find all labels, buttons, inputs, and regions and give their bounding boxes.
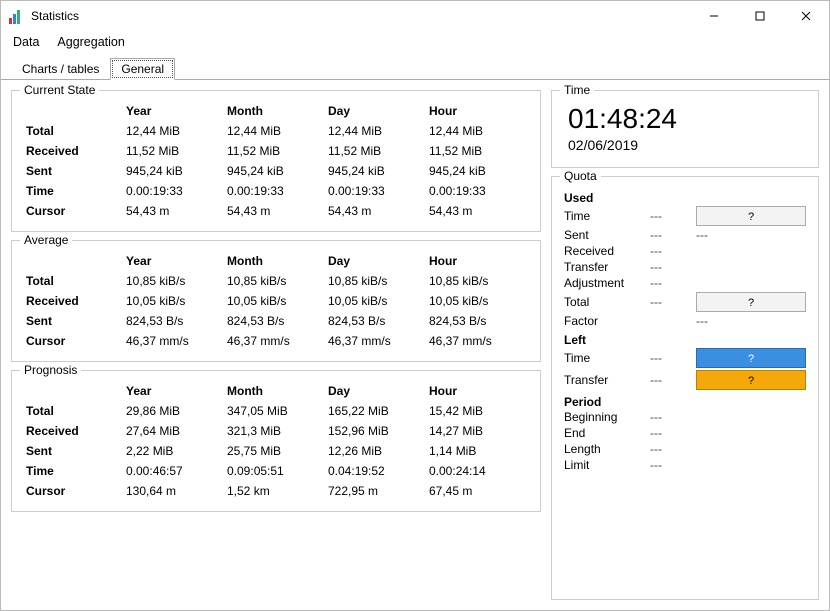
table-average: YearMonthDayHour Total10,85 kiB/s10,85 k… <box>24 251 528 351</box>
group-title-quota: Quota <box>560 169 601 183</box>
table-current-state: Year Month Day Hour Total12,44 MiB12,44 … <box>24 101 528 221</box>
close-button[interactable] <box>783 1 829 31</box>
group-title-current: Current State <box>20 83 99 97</box>
time-value: 01:48:24 <box>564 101 806 135</box>
table-row: Cursor130,64 m1,52 km722,95 m67,45 m <box>24 481 528 501</box>
quota-row-sent: Sent------ <box>564 227 806 243</box>
table-row: Cursor54,43 m54,43 m54,43 m54,43 m <box>24 201 528 221</box>
quota-row-total: Total---? <box>564 291 806 313</box>
quota-row-limit: Limit--- <box>564 457 806 473</box>
quota-row-received: Received--- <box>564 243 806 259</box>
app-icon <box>9 8 25 24</box>
table-row: Sent2,22 MiB25,75 MiB12,26 MiB1,14 MiB <box>24 441 528 461</box>
content: Current State Year Month Day Hour Total1… <box>1 80 829 610</box>
quota-row-end: End--- <box>564 425 806 441</box>
group-current-state: Current State Year Month Day Hour Total1… <box>11 90 541 232</box>
table-row: Sent945,24 kiB945,24 kiB945,24 kiB945,24… <box>24 161 528 181</box>
quota-left-transfer-button[interactable]: ? <box>696 370 806 390</box>
minimize-button[interactable] <box>691 1 737 31</box>
quota-left-header: Left <box>564 329 806 347</box>
group-title-time: Time <box>560 83 594 97</box>
col-year: Year <box>124 101 225 121</box>
table-row: Total12,44 MiB12,44 MiB12,44 MiB12,44 Mi… <box>24 121 528 141</box>
menu-data[interactable]: Data <box>13 35 39 49</box>
maximize-button[interactable] <box>737 1 783 31</box>
quota-row-time: Time---? <box>564 205 806 227</box>
table-row: Time0.00:19:330.00:19:330.00:19:330.00:1… <box>24 181 528 201</box>
quota-row-length: Length--- <box>564 441 806 457</box>
group-title-prognosis: Prognosis <box>20 363 81 377</box>
quota-period-header: Period <box>564 391 806 409</box>
table-prognosis: YearMonthDayHour Total29,86 MiB347,05 Mi… <box>24 381 528 501</box>
table-row: Received10,05 kiB/s10,05 kiB/s10,05 kiB/… <box>24 291 528 311</box>
table-row: Total10,85 kiB/s10,85 kiB/s10,85 kiB/s10… <box>24 271 528 291</box>
quota-used-header: Used <box>564 187 806 205</box>
table-row: Received11,52 MiB11,52 MiB11,52 MiB11,52… <box>24 141 528 161</box>
tab-row: Charts / tables General <box>1 57 829 80</box>
quota-row-left-time: Time---? <box>564 347 806 369</box>
date-value: 02/06/2019 <box>564 135 806 157</box>
group-average: Average YearMonthDayHour Total10,85 kiB/… <box>11 240 541 362</box>
table-row: Sent824,53 B/s824,53 B/s824,53 B/s824,53… <box>24 311 528 331</box>
menubar: Data Aggregation <box>1 31 829 55</box>
titlebar: Statistics <box>1 1 829 31</box>
col-month: Month <box>225 101 326 121</box>
tab-charts-tables[interactable]: Charts / tables <box>11 58 110 80</box>
tab-general[interactable]: General <box>110 58 175 80</box>
quota-row-adjustment: Adjustment--- <box>564 275 806 291</box>
group-prognosis: Prognosis YearMonthDayHour Total29,86 Mi… <box>11 370 541 512</box>
col-day: Day <box>326 101 427 121</box>
col-hour: Hour <box>427 101 528 121</box>
quota-left-time-button[interactable]: ? <box>696 348 806 368</box>
menu-aggregation[interactable]: Aggregation <box>57 35 124 49</box>
quota-row-left-transfer: Transfer---? <box>564 369 806 391</box>
quota-time-button[interactable]: ? <box>696 206 806 226</box>
group-title-average: Average <box>20 233 72 247</box>
quota-row-factor: Factor--- <box>564 313 806 329</box>
table-row: Time0.00:46:570.09:05:510.04:19:520.00:2… <box>24 461 528 481</box>
window-title: Statistics <box>31 9 691 23</box>
group-time: Time 01:48:24 02/06/2019 <box>551 90 819 168</box>
quota-row-transfer: Transfer--- <box>564 259 806 275</box>
table-row: Received27,64 MiB321,3 MiB152,96 MiB14,2… <box>24 421 528 441</box>
table-row: Total29,86 MiB347,05 MiB165,22 MiB15,42 … <box>24 401 528 421</box>
quota-total-button[interactable]: ? <box>696 292 806 312</box>
group-quota: Quota Used Time---? Sent------ Received-… <box>551 176 819 600</box>
quota-row-beginning: Beginning--- <box>564 409 806 425</box>
table-row: Cursor46,37 mm/s46,37 mm/s46,37 mm/s46,3… <box>24 331 528 351</box>
